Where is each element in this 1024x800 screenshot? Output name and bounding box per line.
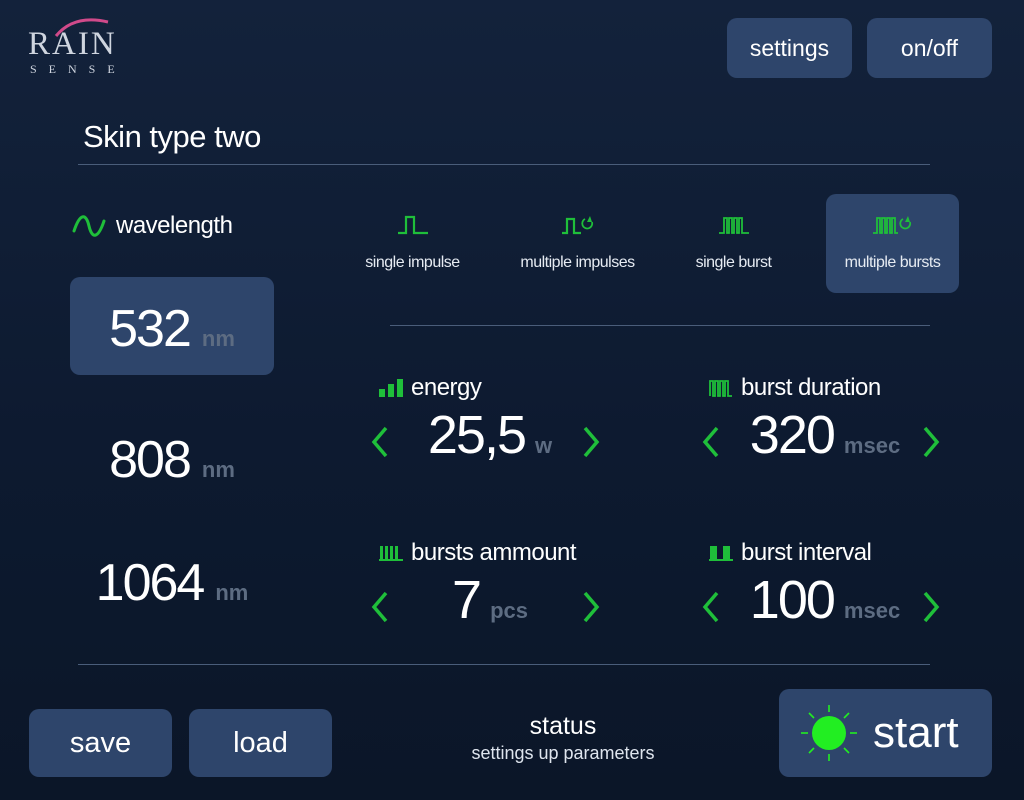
wavelength-option-532[interactable]: 532 nm <box>70 277 274 375</box>
chevron-right-icon <box>583 591 600 623</box>
chevron-left-icon <box>702 426 719 458</box>
burst-interval-header: burst interval <box>709 539 872 567</box>
logo-main-text: RAIN <box>28 26 117 62</box>
power-button[interactable]: on/off <box>867 18 992 78</box>
load-button[interactable]: load <box>189 709 332 777</box>
mode-multiple-impulses[interactable]: multiple impulses <box>511 194 644 293</box>
burst-duration-value: 320 <box>749 405 836 465</box>
energy-unit: w <box>534 433 553 458</box>
energy-increase-button[interactable] <box>576 422 606 462</box>
burst-duration-decrease-button[interactable] <box>696 422 726 462</box>
mode-multiple-bursts[interactable]: multiple bursts <box>826 194 959 293</box>
bursts-amount-icon <box>379 546 403 561</box>
bursts-amount-header: bursts ammount <box>379 539 577 567</box>
burst-interval-label: burst interval <box>741 539 872 566</box>
burst-interval-value-display: 100 msec <box>730 569 920 631</box>
energy-bars-icon <box>379 379 403 397</box>
rain-sense-logo: RAIN SENSE <box>28 18 148 80</box>
mode-label: single burst <box>695 254 772 271</box>
burst-interval-decrease-button[interactable] <box>696 587 726 627</box>
burst-duration-value-display: 320 msec <box>730 404 920 466</box>
burst-duration-unit: msec <box>843 433 901 458</box>
single-impulse-icon <box>397 215 428 235</box>
profile-title: Skin type two <box>83 119 261 154</box>
wavelength-option-1064[interactable]: 1064 nm <box>70 531 274 629</box>
start-label: start <box>873 708 959 757</box>
wavelength-option-808[interactable]: 808 nm <box>70 408 274 506</box>
wavelength-unit: nm <box>201 326 235 351</box>
title-divider <box>78 164 930 165</box>
wavelength-unit: nm <box>215 580 249 605</box>
burst-interval-icon <box>709 546 733 561</box>
wavelength-header: wavelength <box>72 212 233 240</box>
chevron-right-icon <box>583 426 600 458</box>
bursts-amount-value-display: 7 pcs <box>405 569 575 631</box>
single-burst-icon <box>718 217 749 234</box>
sine-wave-icon <box>72 215 106 237</box>
save-button[interactable]: save <box>29 709 172 777</box>
wavelength-unit: nm <box>201 457 235 482</box>
wavelength-value: 532 <box>109 300 192 358</box>
wavelength-label: wavelength <box>116 212 233 239</box>
burst-interval-value: 100 <box>749 570 836 630</box>
chevron-right-icon <box>923 426 940 458</box>
start-button[interactable]: start <box>779 689 992 777</box>
logo-sub-text: SENSE <box>30 62 127 76</box>
modes-divider <box>390 325 930 326</box>
footer-divider <box>78 664 930 665</box>
bursts-amount-label: bursts ammount <box>411 539 577 566</box>
wavelength-value: 1064 <box>95 554 206 612</box>
multiple-impulses-icon <box>561 216 593 235</box>
bursts-amount-unit: pcs <box>490 598 528 623</box>
energy-label: energy <box>411 374 482 401</box>
energy-decrease-button[interactable] <box>365 422 395 462</box>
bursts-amount-decrease-button[interactable] <box>365 587 395 627</box>
multiple-bursts-icon <box>872 216 911 234</box>
chevron-right-icon <box>923 591 940 623</box>
burst-duration-label: burst duration <box>741 374 881 401</box>
mode-label: single impulse <box>365 254 460 271</box>
burst-duration-icon <box>709 380 732 397</box>
burst-interval-increase-button[interactable] <box>916 587 946 627</box>
status-text: settings up parameters <box>471 743 655 763</box>
chevron-left-icon <box>371 591 388 623</box>
energy-value: 25,5 <box>427 405 527 465</box>
burst-duration-header: burst duration <box>709 374 881 402</box>
burst-interval-unit: msec <box>843 598 901 623</box>
burst-duration-increase-button[interactable] <box>916 422 946 462</box>
wavelength-value: 808 <box>109 431 192 489</box>
energy-header: energy <box>379 374 482 402</box>
bursts-amount-increase-button[interactable] <box>576 587 606 627</box>
status-title: status <box>529 712 597 740</box>
chevron-left-icon <box>702 591 719 623</box>
mode-label: multiple bursts <box>844 254 941 271</box>
mode-single-impulse[interactable]: single impulse <box>346 194 479 293</box>
settings-button[interactable]: settings <box>727 18 852 78</box>
status-light-icon <box>801 705 857 761</box>
energy-value-display: 25,5 w <box>405 404 575 466</box>
chevron-left-icon <box>371 426 388 458</box>
bursts-amount-value: 7 <box>452 570 482 630</box>
status-panel: status settings up parameters <box>440 712 686 764</box>
mode-single-burst[interactable]: single burst <box>667 194 800 293</box>
mode-label: multiple impulses <box>520 254 635 271</box>
